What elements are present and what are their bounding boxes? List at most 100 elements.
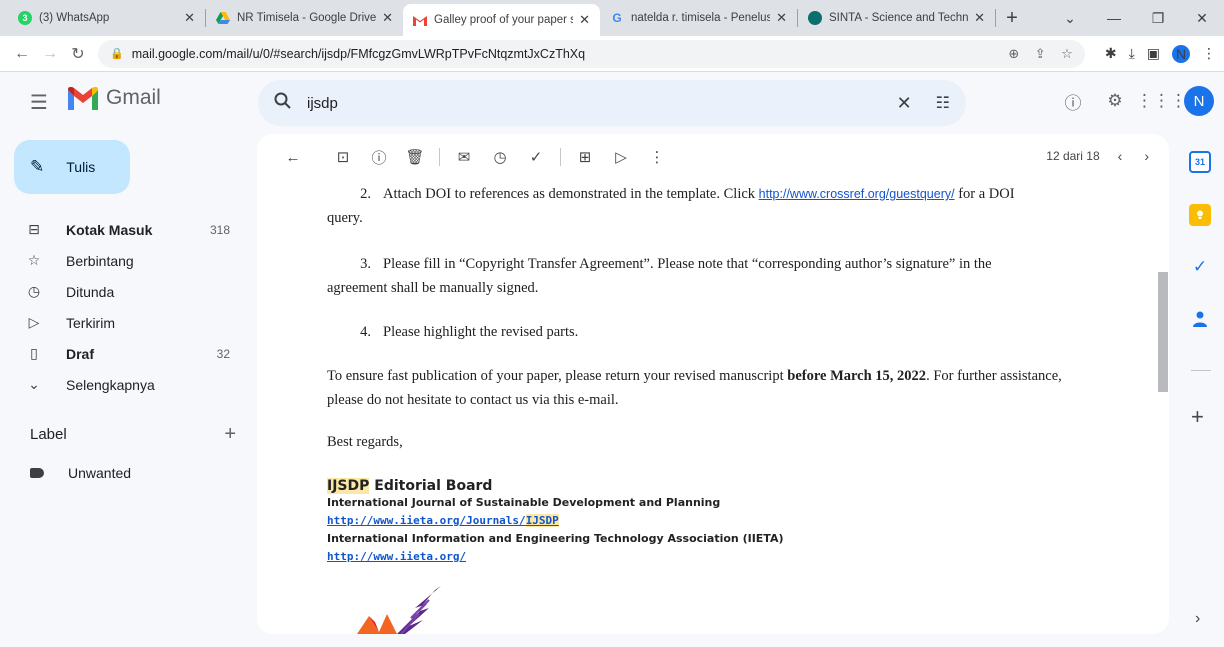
new-tab-button[interactable]: + bbox=[996, 0, 1028, 36]
gmail-m-icon bbox=[68, 86, 98, 110]
search-input[interactable] bbox=[307, 94, 887, 112]
restore-icon[interactable]: ❐ bbox=[1136, 10, 1180, 27]
extensions-icon[interactable]: ✱ bbox=[1105, 45, 1117, 62]
draft-icon: ▯ bbox=[30, 345, 38, 361]
report-spam-icon[interactable]: ⓘ bbox=[361, 147, 397, 168]
search-options-icon[interactable]: ☷ bbox=[936, 93, 950, 113]
gmail-header: ☰ Gmail ✕ ☷ ⓘ ⚙ ⋮⋮⋮ N bbox=[0, 72, 1224, 134]
close-tab-icon[interactable]: ✕ bbox=[974, 10, 985, 26]
close-window-icon[interactable]: ✕ bbox=[1180, 10, 1224, 27]
chevron-down-icon: ⌄ bbox=[28, 376, 40, 392]
item-text: for a DOI bbox=[954, 186, 1015, 202]
keep-icon[interactable] bbox=[1189, 204, 1211, 226]
mail-search-bar[interactable]: ✕ ☷ bbox=[258, 80, 966, 126]
add-label-icon[interactable]: + bbox=[224, 424, 236, 444]
browser-menu-icon[interactable]: ⋮ bbox=[1202, 45, 1216, 62]
label-tag-icon bbox=[30, 468, 44, 478]
show-side-panel-icon[interactable]: › bbox=[1195, 610, 1200, 628]
forward-icon[interactable]: → bbox=[36, 45, 64, 63]
archive-icon[interactable]: ⊡ bbox=[325, 148, 361, 166]
journal-link[interactable]: http://www.iieta.org/Journals/IJSDP bbox=[327, 514, 559, 527]
item-text: Please fill in “Copyright Transfer Agree… bbox=[383, 256, 992, 272]
side-panel-icon[interactable]: ▣ bbox=[1147, 45, 1160, 62]
signature-title-text: Editorial Board bbox=[369, 478, 493, 494]
message-scrollbar[interactable] bbox=[1158, 272, 1168, 392]
share-icon[interactable]: ⇪ bbox=[1035, 46, 1046, 61]
sinta-icon bbox=[808, 11, 822, 25]
item-number: 2. bbox=[360, 186, 371, 202]
delete-icon[interactable]: 🗑 bbox=[397, 148, 433, 166]
browser-profile-avatar[interactable]: N bbox=[1172, 44, 1190, 63]
browser-tab-drive[interactable]: NR Timisela - Google Drive ✕ bbox=[206, 0, 403, 36]
newer-icon[interactable]: ‹ bbox=[1118, 148, 1123, 164]
browser-tab-google-search[interactable]: G natelda r. timisela - Penelusu ✕ bbox=[600, 0, 797, 36]
tab-title: NR Timisela - Google Drive bbox=[237, 12, 377, 24]
pencil-icon: ✎ bbox=[30, 157, 45, 176]
label-icon[interactable]: ▷ bbox=[603, 148, 639, 166]
main-menu-icon[interactable]: ☰ bbox=[30, 90, 48, 115]
nav-label: Terkirim bbox=[66, 314, 115, 331]
close-tab-icon[interactable]: ✕ bbox=[382, 10, 393, 26]
close-tab-icon[interactable]: ✕ bbox=[776, 10, 787, 26]
clear-search-icon[interactable]: ✕ bbox=[897, 93, 912, 114]
help-icon[interactable]: ⓘ bbox=[1052, 89, 1094, 114]
nav-count: 32 bbox=[216, 346, 230, 361]
browser-tab-gmail[interactable]: Galley proof of your paper su ✕ bbox=[403, 4, 600, 36]
download-icon[interactable]: ⤓ bbox=[1129, 45, 1135, 62]
add-addon-icon[interactable]: + bbox=[1191, 404, 1204, 430]
back-icon[interactable]: ← bbox=[8, 45, 36, 63]
nav-item-drafts[interactable]: ▯ Draf 32 bbox=[0, 338, 250, 369]
zoom-icon[interactable]: ⊕ bbox=[1008, 46, 1019, 61]
item-text: Attach DOI to references as demonstrated… bbox=[383, 186, 759, 202]
deadline-text: before March 15, 2022 bbox=[787, 368, 927, 384]
mark-unread-icon[interactable]: ✉ bbox=[446, 148, 482, 166]
calendar-icon[interactable]: 31 bbox=[1189, 151, 1211, 173]
close-tab-icon[interactable]: ✕ bbox=[184, 10, 195, 26]
label-item-unwanted[interactable]: Unwanted bbox=[30, 465, 131, 481]
nav-item-more[interactable]: ⌄ Selengkapnya bbox=[0, 369, 250, 400]
contacts-icon[interactable] bbox=[1189, 308, 1211, 330]
message-toolbar: ← ⊡ ⓘ 🗑 ✉ ◷ ✓ ⊞ ▷ ⋮ bbox=[257, 134, 1169, 180]
search-icon[interactable] bbox=[274, 92, 291, 114]
url-field[interactable]: 🔒 mail.google.com/mail/u/0/#search/ijsdp… bbox=[98, 39, 1085, 68]
snooze-icon[interactable]: ◷ bbox=[482, 148, 518, 166]
reload-icon[interactable]: ↻ bbox=[64, 44, 92, 64]
iieta-link[interactable]: http://www.iieta.org/ bbox=[327, 550, 466, 563]
add-task-icon[interactable]: ✓ bbox=[518, 148, 554, 166]
compose-button[interactable]: ✎ Tulis bbox=[14, 140, 130, 194]
browser-tab-sinta[interactable]: SINTA - Science and Technolo ✕ bbox=[798, 0, 995, 36]
more-options-icon[interactable]: ⋮ bbox=[639, 148, 675, 166]
nav-item-sent[interactable]: ▷ Terkirim bbox=[0, 307, 250, 338]
tab-search-icon[interactable]: ⌄ bbox=[1048, 10, 1092, 27]
apps-grid-icon[interactable]: ⋮⋮⋮ bbox=[1136, 91, 1187, 111]
nav-item-snoozed[interactable]: ◷ Ditunda bbox=[0, 276, 250, 307]
nav-item-inbox[interactable]: ⊟ Kotak Masuk 318 bbox=[0, 214, 250, 245]
move-to-icon[interactable]: ⊞ bbox=[567, 148, 603, 166]
url-text: mail.google.com/mail/u/0/#search/ijsdp/F… bbox=[131, 46, 586, 61]
highlighted-term: IJSDP bbox=[525, 514, 559, 527]
bookmark-star-icon[interactable]: ☆ bbox=[1061, 46, 1073, 61]
browser-tab-strip: 3 (3) WhatsApp ✕ NR Timisela - Google Dr… bbox=[0, 0, 1224, 36]
settings-gear-icon[interactable]: ⚙ bbox=[1094, 91, 1136, 111]
tasks-icon[interactable]: ✓ bbox=[1189, 256, 1211, 278]
older-icon[interactable]: › bbox=[1144, 148, 1149, 164]
lock-icon[interactable]: 🔒 bbox=[110, 47, 124, 60]
crossref-link[interactable]: http://www.crossref.org/guestquery/ bbox=[759, 187, 955, 201]
account-avatar[interactable]: N bbox=[1184, 86, 1214, 116]
browser-tab-whatsapp[interactable]: 3 (3) WhatsApp ✕ bbox=[8, 0, 205, 36]
nav-item-starred[interactable]: ☆ Berbintang bbox=[0, 245, 250, 276]
signature-title: IJSDP Editorial Board bbox=[327, 478, 1147, 494]
gmail-icon bbox=[413, 13, 427, 27]
inbox-icon: ⊟ bbox=[28, 221, 40, 237]
nav-label: Selengkapnya bbox=[66, 376, 155, 393]
journal-name: International Journal of Sustainable Dev… bbox=[327, 496, 721, 509]
close-tab-icon[interactable]: ✕ bbox=[579, 12, 590, 28]
minimize-icon[interactable]: — bbox=[1092, 10, 1136, 26]
labels-heading: Label bbox=[30, 426, 67, 443]
compose-label: Tulis bbox=[66, 159, 96, 175]
back-to-list-icon[interactable]: ← bbox=[275, 149, 311, 166]
window-controls: ⌄ — ❐ ✕ bbox=[1048, 0, 1224, 36]
gmail-logo[interactable]: Gmail bbox=[68, 86, 161, 110]
whatsapp-icon: 3 bbox=[18, 11, 32, 25]
message-body: 2. Attach DOI to references as demonstrat… bbox=[327, 180, 1147, 634]
